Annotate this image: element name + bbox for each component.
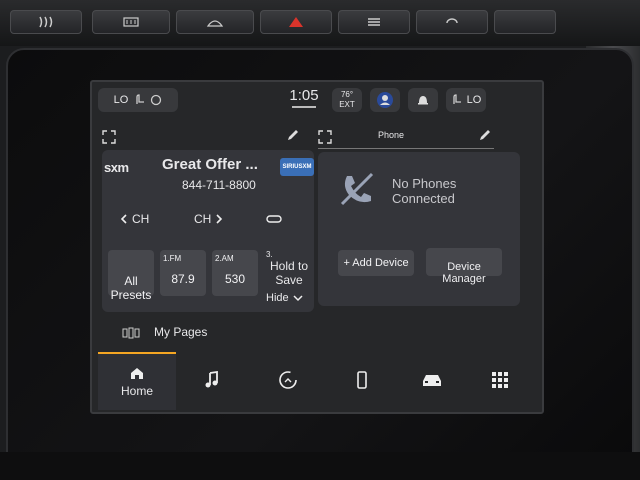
preset-2-num: 2.AM [215,254,234,263]
smartphone-icon [357,371,367,389]
bell-icon [418,96,428,105]
nav-apps-button[interactable] [480,352,520,408]
home-icon [131,368,143,379]
my-pages-label[interactable]: My Pages [154,325,207,339]
chevron-down-icon [293,295,303,302]
preset-1-num: 1.FM [163,254,182,263]
hw-button-front-defrost[interactable] [176,10,254,34]
recirculate-icon [446,18,458,24]
station-phone: 844-711-8800 [182,178,256,192]
hazard-button[interactable] [260,10,332,34]
passenger-seat-icon [453,94,461,104]
phone-card-title: Phone [378,130,405,140]
ext-temp-value: 76° [340,90,354,99]
phone-status-line1: No Phones [392,176,457,191]
hw-button-fan[interactable] [338,10,410,34]
station-title: Great Offer ... [162,156,258,173]
ext-temp-pill[interactable]: 76° EXT [332,88,362,112]
notifications-button[interactable] [408,88,438,112]
chevron-left-icon [120,214,127,224]
add-device-label: + Add Device [343,257,409,269]
heated-wheel-icon [151,94,162,106]
dash-top-panel [0,0,640,46]
radio-card[interactable]: sxm Great Offer ... 844-711-8800 SIRIUSX… [102,150,314,312]
nav-media-button[interactable] [192,352,232,408]
hw-button-recirc[interactable] [416,10,488,34]
expand-radio-icon[interactable] [102,130,116,149]
heated-seat-icon [136,94,145,104]
edit-phone-icon[interactable] [478,128,492,147]
chevron-right-icon [216,214,223,224]
preset-3[interactable]: 3. Hold to Save [266,250,312,294]
device-manager-label: Device Manager [442,261,486,285]
preset-1-freq: 87.9 [171,272,195,286]
nav-phone-button[interactable] [342,352,382,408]
device-manager-button[interactable]: Device Manager [426,248,502,285]
channel-next-button[interactable]: CH [194,212,223,226]
dash-bottom-panel [0,452,640,480]
hide-presets-button[interactable]: Hide [266,292,303,304]
defrost-icon [123,17,139,27]
nav-home-button[interactable]: Home [98,352,176,410]
user-profile-icon [377,92,393,108]
hw-button-extra[interactable] [494,10,556,34]
add-device-button[interactable]: + Add Device [338,250,414,276]
hw-button-climate[interactable] [10,10,82,34]
preset-all-label: All Presets [110,274,152,302]
apps-grid-icon [492,372,508,388]
channel-prev-button[interactable]: CH [120,212,149,226]
nav-vehicle-button[interactable] [410,352,454,408]
front-defrost-icon [206,20,224,27]
profile-button[interactable] [370,88,400,112]
music-note-icon [205,371,218,388]
hw-button-rear-defrost[interactable] [92,10,170,34]
nav-home-label: Home [120,384,153,398]
clock-time: 1:05 [289,87,319,104]
ext-temp-label: EXT [339,100,355,109]
preset-3-label: Hold to Save [269,259,309,287]
seat-heat-icon [39,16,53,28]
hazard-icon [289,17,303,27]
phone-card[interactable]: No Phones Connected + Add Device Device … [318,152,520,306]
clock: 1:05 [284,88,324,114]
expand-phone-icon[interactable] [318,130,332,149]
phone-status: No Phones Connected [392,176,456,206]
edit-radio-icon[interactable] [286,128,300,147]
infotainment-screen: LO 1:05 76° EXT LO sxm Great Offer ... 8… [90,80,544,414]
phone-disconnected-icon [338,170,376,213]
my-pages-icon[interactable] [122,326,140,344]
driver-temp-label: LO [113,94,129,106]
preset-2-freq: 530 [224,272,246,286]
driver-climate-pill[interactable]: LO [98,88,178,112]
clock-underline [292,106,316,108]
fan-icon [368,18,380,26]
siriusxm-badge: SIRIUSXM [280,158,314,176]
channel-next-label: CH [194,212,212,226]
passenger-temp-label: LO [466,94,482,106]
phone-status-line2: Connected [392,191,455,206]
hide-label: Hide [266,292,289,304]
channel-prev-label: CH [132,212,150,226]
passenger-climate-pill[interactable]: LO [446,88,486,112]
replay-button[interactable] [266,212,282,230]
preset-all[interactable]: All Presets [108,250,154,302]
preset-3-num: 3. [266,250,273,259]
loop-icon [266,215,282,223]
nav-comfort-button[interactable] [268,352,308,408]
preset-1[interactable]: 1.FM 87.9 [160,250,206,296]
sxm-logo: sxm [104,160,129,175]
preset-2[interactable]: 2.AM 530 [212,250,258,296]
car-icon [423,375,441,386]
phone-card-divider [318,148,494,149]
climate-dial-icon [279,371,297,389]
